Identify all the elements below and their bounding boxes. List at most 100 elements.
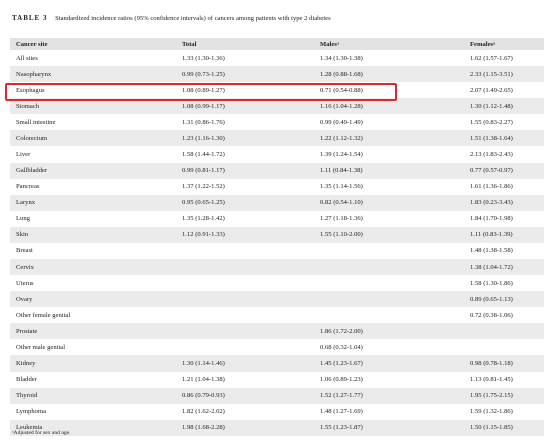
cell-males: 1.28 (0.88-1.68)	[314, 66, 464, 83]
cell-site: Pancreas	[10, 178, 176, 195]
footnote: ᵃAdjusted for sex and age.	[12, 430, 71, 436]
cell-males: 1.55 (1.10-2.00)	[314, 226, 464, 243]
cell-total: 0.99 (0.81-1.17)	[176, 162, 314, 179]
cell-site: Gallbladder	[10, 162, 176, 179]
cell-females: 1.11 (0.83-1.39)	[464, 226, 544, 243]
cell-males	[314, 307, 464, 324]
cell-total: 0.95 (0.65-1.25)	[176, 194, 314, 211]
cell-males: 1.34 (1.30-1.38)	[314, 50, 464, 67]
table-label: TABLE 3	[12, 14, 48, 22]
cell-females: 2.33 (1.15-3.51)	[464, 66, 544, 83]
table-row: Nasopharynx 0.99 (0.73-1.25) 1.28 (0.88-1.…	[10, 66, 544, 83]
table-row: Lymphoma 1.82 (1.62-2.02) 1.48 (1.27-1.69)…	[10, 403, 544, 420]
cell-total: 1.30 (1.14-1.46)	[176, 355, 314, 372]
column-header-site: Cancer site	[10, 38, 176, 50]
cell-females: 1.50 (1.15-1.85)	[464, 419, 544, 436]
table-row: Uterus 1.58 (1.30-1.86)	[10, 275, 544, 292]
table-row: Ovary 0.89 (0.65-1.13)	[10, 291, 544, 308]
cell-total	[176, 323, 314, 340]
table-row: Gallbladder 0.99 (0.81-1.17) 1.11 (0.84-1.…	[10, 162, 544, 179]
cell-males: 1.35 (1.14-1.56)	[314, 178, 464, 195]
cell-females: 1.59 (1.32-1.86)	[464, 403, 544, 420]
cell-females	[464, 323, 544, 340]
cell-males: 0.68 (0.32-1.04)	[314, 339, 464, 356]
cell-total	[176, 291, 314, 308]
cell-total: 1.37 (1.22-1.52)	[176, 178, 314, 195]
cell-site: Other female genital	[10, 307, 176, 324]
cell-site: Lymphoma	[10, 403, 176, 420]
cell-total	[176, 259, 314, 276]
cell-females: 1.51 (1.38-1.64)	[464, 130, 544, 147]
cell-males: 1.27 (1.18-1.36)	[314, 210, 464, 227]
cell-site: Larynx	[10, 194, 176, 211]
cell-females: 1.38 (1.04-1.72)	[464, 259, 544, 276]
cell-males: 1.86 (1.72-2.00)	[314, 323, 464, 340]
cell-females: 1.95 (1.75-2.15)	[464, 387, 544, 404]
cell-females: 0.72 (0.38-1.06)	[464, 307, 544, 324]
cell-males: 1.48 (1.27-1.69)	[314, 403, 464, 420]
cell-site: Kidney	[10, 355, 176, 372]
cell-total: 1.33 (1.30-1.36)	[176, 50, 314, 67]
table-row: Pancreas 1.37 (1.22-1.52) 1.35 (1.14-1.56)…	[10, 178, 544, 195]
cell-females: 1.83 (0.23-3.43)	[464, 194, 544, 211]
cell-males: 1.55 (1.23-1.87)	[314, 419, 464, 436]
table-row: Breast 1.48 (1.38-1.58)	[10, 242, 544, 260]
cell-total: 0.99 (0.73-1.25)	[176, 66, 314, 83]
cell-total	[176, 307, 314, 324]
cell-site: Cervix	[10, 259, 176, 276]
cell-males: 0.99 (0.49-1.49)	[314, 114, 464, 131]
cell-site: Nasopharynx	[10, 66, 176, 83]
table-row: Lung 1.35 (1.28-1.42) 1.27 (1.18-1.36) 1.84…	[10, 210, 544, 227]
cell-total: 1.98 (1.68-2.28)	[176, 419, 314, 436]
cell-females: 0.89 (0.65-1.13)	[464, 291, 544, 308]
column-header-total: Total	[176, 38, 314, 50]
table-row: Small intestine 1.31 (0.86-1.76) 0.99 (0.4…	[10, 114, 544, 131]
table-row: Colorectum 1.23 (1.16-1.30) 1.22 (1.12-1.3…	[10, 130, 544, 147]
cell-total: 1.58 (1.44-1.72)	[176, 146, 314, 163]
cell-site: Uterus	[10, 275, 176, 292]
cell-females: 0.77 (0.57-0.97)	[464, 162, 544, 179]
cell-total	[176, 275, 314, 292]
cell-females: 1.30 (1.12-1.48)	[464, 98, 544, 115]
cell-males: 1.22 (1.12-1.32)	[314, 130, 464, 147]
cell-site: Lung	[10, 210, 176, 227]
table-row: Cervix 1.38 (1.04-1.72)	[10, 259, 544, 276]
cell-site: Other male genital	[10, 339, 176, 356]
cell-females: 1.62 (1.57-1.67)	[464, 50, 544, 67]
cell-total: 1.23 (1.16-1.30)	[176, 130, 314, 147]
cell-site: Colorectum	[10, 130, 176, 147]
cell-females: 0.98 (0.78-1.18)	[464, 355, 544, 372]
table-row: Kidney 1.30 (1.14-1.46) 1.45 (1.23-1.67) 0.…	[10, 355, 544, 372]
cell-site: Skin	[10, 226, 176, 243]
cell-site: Small intestine	[10, 114, 176, 131]
table-row: Other male genital 0.68 (0.32-1.04)	[10, 339, 544, 356]
cell-site: Liver	[10, 146, 176, 163]
table-row: Thyroid 0.86 (0.79-0.93) 1.52 (1.27-1.77) 1…	[10, 387, 544, 404]
table-row: All sites 1.33 (1.30-1.36) 1.34 (1.30-1.38…	[10, 50, 544, 67]
table-caption: TABLE 3 Standardized incidence ratios (9…	[12, 14, 331, 22]
cell-females: 2.07 (1.49-2.65)	[464, 82, 544, 99]
cell-females: 1.48 (1.38-1.58)	[464, 242, 544, 260]
cell-females: 1.84 (1.70-1.98)	[464, 210, 544, 227]
table-row: Prostate 1.86 (1.72-2.00)	[10, 323, 544, 340]
cell-site: Prostate	[10, 323, 176, 340]
cell-site: Thyroid	[10, 387, 176, 404]
table-row: Skin 1.12 (0.91-1.33) 1.55 (1.10-2.00) 1.11…	[10, 226, 544, 243]
cell-total: 1.21 (1.04-1.38)	[176, 371, 314, 388]
cell-females: 2.13 (1.83-2.43)	[464, 146, 544, 163]
table-row: Liver 1.58 (1.44-1.72) 1.39 (1.24-1.54) 2.1…	[10, 146, 544, 163]
cell-site: Bladder	[10, 371, 176, 388]
cell-total: 1.31 (0.86-1.76)	[176, 114, 314, 131]
cell-males	[314, 259, 464, 276]
cell-females: 1.13 (0.81-1.45)	[464, 371, 544, 388]
cell-males	[314, 242, 464, 260]
cell-site: All sites	[10, 50, 176, 67]
esophagus-highlight-box	[5, 83, 397, 101]
column-header-females: Femalesᵃ	[464, 38, 544, 50]
cell-site: Ovary	[10, 291, 176, 308]
cell-site: Breast	[10, 242, 176, 260]
table-row: Other female genital 0.72 (0.38-1.06)	[10, 307, 544, 324]
cell-total: 1.12 (0.91-1.33)	[176, 226, 314, 243]
cell-total	[176, 242, 314, 260]
cell-total: 1.82 (1.62-2.02)	[176, 403, 314, 420]
